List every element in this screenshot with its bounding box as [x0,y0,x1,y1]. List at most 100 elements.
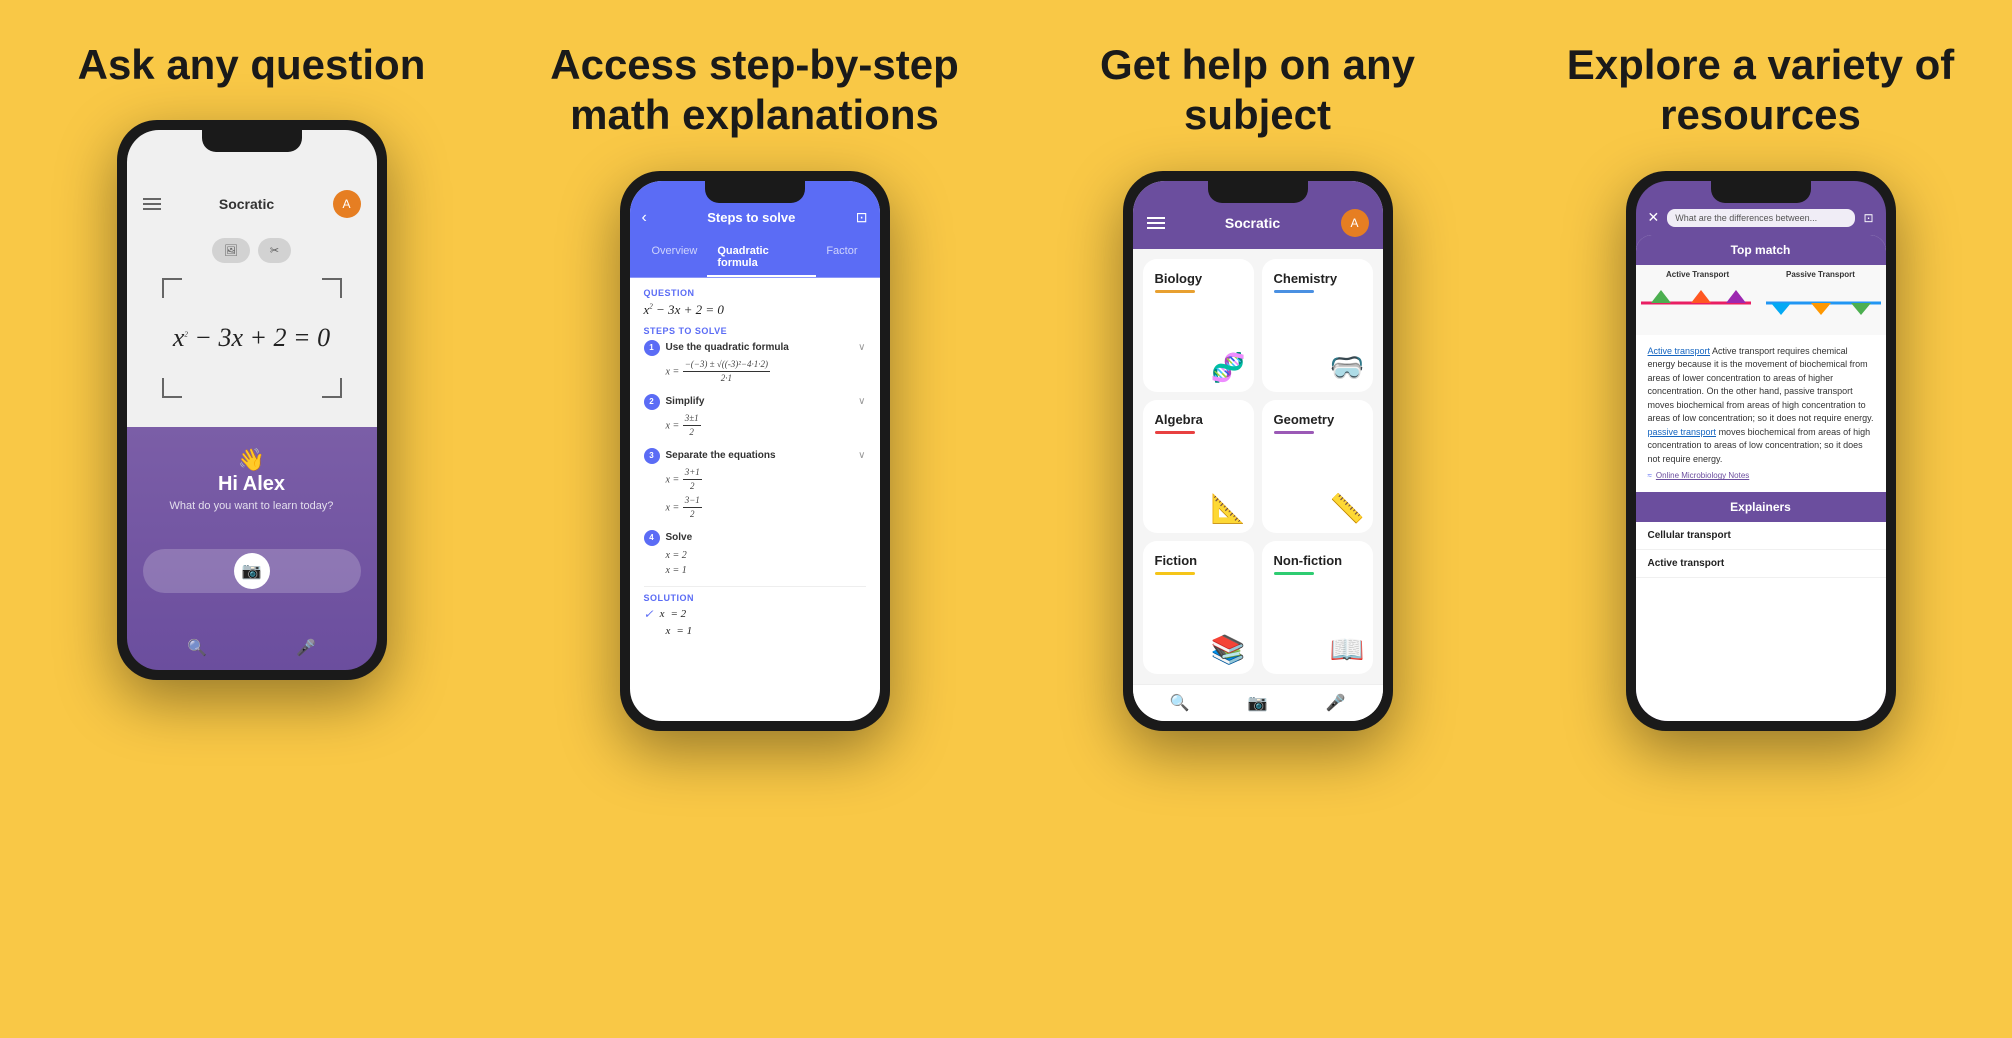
explainer-active[interactable]: Active transport [1636,550,1886,578]
step-3-num: 3 [644,448,660,464]
solution-2: x = 1 [644,625,866,637]
subject-geometry[interactable]: Geometry 📏 [1262,400,1373,533]
highlight-passive: passive transport [1648,427,1717,437]
question-math: x2 − 3x + 2 = 0 [644,302,866,318]
source-logo: ≈ [1648,470,1652,482]
phone4-content: Top match Active Transport Passive Trans… [1636,235,1886,721]
subject-algebra[interactable]: Algebra 📐 [1143,400,1254,533]
subject-algebra-name: Algebra [1155,412,1203,427]
svg-text:Active Transport: Active Transport [1666,270,1729,279]
phone1-inner: Socratic A 🖼 ✂ [127,130,377,670]
subject-geometry-line [1274,431,1314,434]
phone3-hamburger[interactable] [1147,217,1165,229]
solution-label: SOLUTION [644,593,866,603]
result-paragraph: Active transport Active transport requir… [1648,345,1874,467]
scan-corner-br [322,378,342,398]
back-button[interactable]: ‹ [642,209,647,227]
phone1-top: Socratic A 🖼 ✂ [127,130,377,427]
phone1-equation: x2 − 3x + 2 = 0 [173,323,330,353]
step-4-title: Solve [666,532,866,543]
tab-factor[interactable]: Factor [816,237,867,277]
tab-quadratic[interactable]: Quadratic formula [707,237,816,277]
scan-icons: 🖼 ✂ [212,238,291,263]
phone1-notch [202,130,302,152]
step-2-math: x = 3±1 2 [644,412,866,440]
scan-corner-bl [162,378,182,398]
phone3-avatar: A [1341,209,1369,237]
subject-geometry-name: Geometry [1274,412,1335,427]
step-2-chevron[interactable]: ∨ [858,396,865,407]
nav-search-icon-3[interactable]: 🔍 [1170,693,1190,713]
expand-icon-4[interactable]: ⊡ [1863,211,1873,225]
scan-btn-crop[interactable]: ✂ [258,238,291,263]
phone1-nav: 🔍 🎤 [143,630,361,658]
subject-fiction-icon: 📚 [1211,633,1246,666]
phone3-frame: Socratic A Biology 🧬 Chemistry 🥽 [1123,171,1393,731]
panel3-heading: Get help on any subject [1026,40,1489,141]
crop-icon: ✂ [270,244,279,257]
phone2-content: QUESTION x2 − 3x + 2 = 0 STEPS TO SOLVE … [630,278,880,721]
step-4-header: 4 Solve [644,530,866,546]
camera-button[interactable]: 📷 [234,553,270,589]
phone3-inner: Socratic A Biology 🧬 Chemistry 🥽 [1133,181,1383,721]
tabs-row: Overview Quadratic formula Factor [630,237,880,278]
explainer-cellular[interactable]: Cellular transport [1636,522,1886,550]
scan-frame: x2 − 3x + 2 = 0 [162,278,342,398]
subject-chemistry[interactable]: Chemistry 🥽 [1262,259,1373,392]
step-3-header: 3 Separate the equations ∨ [644,448,866,464]
subject-grid: Biology 🧬 Chemistry 🥽 Algebra 📐 [1133,249,1383,684]
step-4-math: x = 2 x = 1 [644,548,866,578]
subject-biology-line [1155,290,1195,293]
screen-title: Steps to solve [707,210,795,225]
step-2-header: 2 Simplify ∨ [644,394,866,410]
panel2-heading: Access step-by-step math explanations [523,40,986,141]
phone2-inner: ‹ Steps to solve ⊡ Overview Quadratic fo… [630,181,880,721]
subject-geometry-icon: 📏 [1330,492,1365,525]
scan-btn-image[interactable]: 🖼 [212,238,250,263]
greeting-block: 👋 Hi Alex What do you want to learn toda… [170,447,334,512]
phone4-notch [1711,181,1811,203]
phone4-inner: ✕ What are the differences between... ⊡ … [1636,181,1886,721]
step-1-math: x = −(−3) ± √((-3)²−4·1·2) 2·1 [644,358,866,386]
scan-corner-tr [322,278,342,298]
transport-diagram: Active Transport Passive Transport [1636,265,1886,335]
nav-mic-icon[interactable]: 🎤 [296,638,316,658]
close-icon-4[interactable]: ✕ [1648,209,1660,226]
subject-biology[interactable]: Biology 🧬 [1143,259,1254,392]
nav-mic-icon-3[interactable]: 🎤 [1326,693,1346,713]
result-image: Active Transport Passive Transport [1636,265,1886,335]
steps-label: STEPS TO SOLVE [644,326,866,336]
step-3-chevron[interactable]: ∨ [858,450,865,461]
expand-icon[interactable]: ⊡ [856,209,868,226]
nav-camera-icon-3[interactable]: 📷 [1248,693,1268,713]
tab-overview[interactable]: Overview [642,237,708,277]
phone4-screen: ✕ What are the differences between... ⊡ … [1636,181,1886,721]
phone3-notch [1208,181,1308,203]
subject-nonfiction[interactable]: Non-fiction 📖 [1262,541,1373,674]
phone1-status-bar [236,160,268,190]
phone1-header: Socratic A [127,190,377,218]
subject-nonfiction-icon: 📖 [1330,633,1365,666]
hamburger-icon[interactable] [143,198,161,210]
phone4-frame: ✕ What are the differences between... ⊡ … [1626,171,1896,731]
nav-search-icon[interactable]: 🔍 [187,638,207,658]
phone2-notch [705,181,805,203]
subject-fiction[interactable]: Fiction 📚 [1143,541,1254,674]
phone2-frame: ‹ Steps to solve ⊡ Overview Quadratic fo… [620,171,890,731]
panel1-heading: Ask any question [78,40,426,90]
panel-ask-question: Ask any question Socratic A 🖼 [0,0,503,1038]
panel-step-by-step: Access step-by-step math explanations ‹ … [503,0,1006,1038]
step-1-chevron[interactable]: ∨ [858,342,865,353]
subject-algebra-icon: 📐 [1211,492,1246,525]
step-1-title: Use the quadratic formula [666,342,859,353]
step-3: 3 Separate the equations ∨ x = 3+12 x = … [644,448,866,522]
subject-nonfiction-line [1274,572,1314,575]
source-name: Online Microbiology Notes [1656,470,1749,482]
result-source-link[interactable]: ≈ Online Microbiology Notes [1648,470,1874,482]
result-text-block: Active transport Active transport requir… [1636,335,1886,493]
subject-nonfiction-name: Non-fiction [1274,553,1343,568]
phone4-search-bar[interactable]: What are the differences between... [1667,209,1855,227]
step-2: 2 Simplify ∨ x = 3±1 2 [644,394,866,440]
phone1-screen: Socratic A 🖼 ✂ [127,130,377,670]
phone2-screen: ‹ Steps to solve ⊡ Overview Quadratic fo… [630,181,880,721]
